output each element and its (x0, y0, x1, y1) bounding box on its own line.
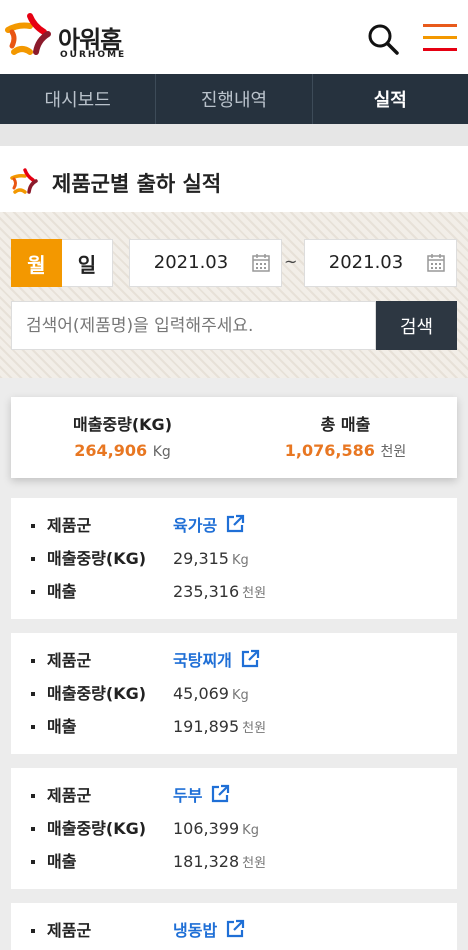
ourhome-logo-icon (5, 13, 51, 55)
product-group-label: 제품군 (47, 921, 92, 940)
brand-name-en: OURHOME (60, 50, 127, 60)
ourhome-logo-icon (10, 168, 38, 194)
product-sales-row: 매출 181,328 천원 (11, 850, 457, 874)
section-gap (0, 124, 468, 146)
bullet (31, 659, 35, 663)
page-title: 제품군별 출하 실적 (52, 172, 222, 196)
product-sales-row: 매출 191,895 천원 (11, 715, 457, 739)
bullet (31, 725, 35, 729)
start-date-value: 2021.03 (153, 252, 229, 273)
product-sales-label: 매출 (47, 852, 77, 871)
bullet (31, 929, 35, 933)
product-group-link[interactable]: 국탕찌개 (173, 649, 260, 673)
period-day-toggle[interactable]: 일 (62, 239, 113, 287)
bullet (31, 692, 35, 696)
search-button[interactable] (364, 20, 404, 60)
section-header: 제품군별 출하 실적 (0, 146, 468, 212)
bullet (31, 557, 35, 561)
start-date-picker[interactable]: 2021.03 (129, 239, 282, 287)
main-nav: 대시보드 진행내역 실적 (0, 74, 468, 124)
bullet (31, 794, 35, 798)
product-group-row: 제품군 육가공 (11, 514, 457, 538)
calendar-icon[interactable] (426, 253, 446, 273)
filter-panel: 월 일 2021.03 ~ 2021.03 검색어(제품명)을 입력해주세요. … (0, 212, 468, 378)
product-weight-value: 45,069 Kg (173, 684, 249, 703)
summary-card: 매출중량(KG) 264,906 Kg 총 매출 1,076,586 천원 (11, 397, 457, 478)
end-date-value: 2021.03 (328, 252, 404, 273)
product-weight-label: 매출중량(KG) (47, 819, 147, 838)
tab-performance[interactable]: 실적 (313, 74, 468, 124)
product-sales-value: 235,316 천원 (173, 582, 267, 601)
product-sales-label: 매출 (47, 582, 77, 601)
external-link-icon (241, 649, 259, 668)
product-weight-row: 매출중량(KG) 29,315 Kg (11, 547, 457, 571)
product-group-row: 제품군 냉동밥 (11, 919, 457, 943)
product-card: 제품군 냉동밥 (11, 903, 457, 950)
search-input[interactable] (11, 301, 376, 350)
summary-sales-label: 총 매출 (320, 415, 371, 434)
product-weight-label: 매출중량(KG) (47, 684, 147, 703)
product-sales-label: 매출 (47, 717, 77, 736)
tab-history[interactable]: 진행내역 (156, 74, 313, 124)
summary-sales-value: 1,076,586 천원 (284, 441, 407, 460)
product-sales-row: 매출 235,316 천원 (11, 580, 457, 604)
summary-weight: 매출중량(KG) 264,906 Kg (11, 411, 234, 460)
date-range-separator: ~ (284, 252, 298, 271)
product-group-link[interactable]: 냉동밥 (173, 919, 245, 943)
summary-weight-value: 264,906 Kg (74, 441, 171, 460)
bullet (31, 860, 35, 864)
bullet (31, 827, 35, 831)
menu-button[interactable] (420, 20, 460, 56)
search-icon (368, 24, 399, 55)
product-group-label: 제품군 (47, 786, 92, 805)
product-card: 제품군 육가공 매출중량(KG) 29,315 Kg 매출 235,316 천원 (11, 498, 457, 619)
summary-weight-label: 매출중량(KG) (72, 415, 173, 434)
app-header: 아워홈 OURHOME (0, 0, 468, 74)
product-weight-value: 106,399 Kg (173, 819, 259, 838)
product-group-label: 제품군 (47, 516, 92, 535)
shipment-section: 제품군별 출하 실적 월 일 2021.03 ~ 2021.03 검색어(제품명… (0, 146, 468, 378)
tab-dashboard[interactable]: 대시보드 (0, 74, 157, 124)
external-link-icon (212, 784, 230, 803)
product-card: 제품군 두부 매출중량(KG) 106,399 Kg 매출 181,328 천원 (11, 768, 457, 889)
hamburger-menu-icon (423, 24, 457, 51)
product-card: 제품군 국탕찌개 매출중량(KG) 45,069 Kg 매출 191,895 천원 (11, 633, 457, 754)
product-weight-value: 29,315 Kg (173, 549, 249, 568)
external-link-icon (227, 514, 245, 533)
period-month-toggle[interactable]: 월 (11, 239, 62, 287)
product-group-row: 제품군 국탕찌개 (11, 649, 457, 673)
search-submit-button[interactable]: 검색 (376, 301, 457, 350)
product-group-link[interactable]: 두부 (173, 784, 230, 808)
product-group-label: 제품군 (47, 651, 92, 670)
bullet (31, 524, 35, 528)
product-group-row: 제품군 두부 (11, 784, 457, 808)
bullet (31, 590, 35, 594)
product-weight-row: 매출중량(KG) 106,399 Kg (11, 817, 457, 841)
product-weight-label: 매출중량(KG) (47, 549, 147, 568)
calendar-icon[interactable] (251, 253, 271, 273)
product-group-link[interactable]: 육가공 (173, 514, 245, 538)
external-link-icon (227, 919, 245, 938)
summary-sales: 총 매출 1,076,586 천원 (234, 411, 457, 461)
product-sales-value: 191,895 천원 (173, 717, 267, 736)
product-weight-row: 매출중량(KG) 45,069 Kg (11, 682, 457, 706)
brand-logo[interactable]: 아워홈 OURHOME (4, 12, 164, 62)
end-date-picker[interactable]: 2021.03 (304, 239, 457, 287)
product-sales-value: 181,328 천원 (173, 852, 267, 871)
